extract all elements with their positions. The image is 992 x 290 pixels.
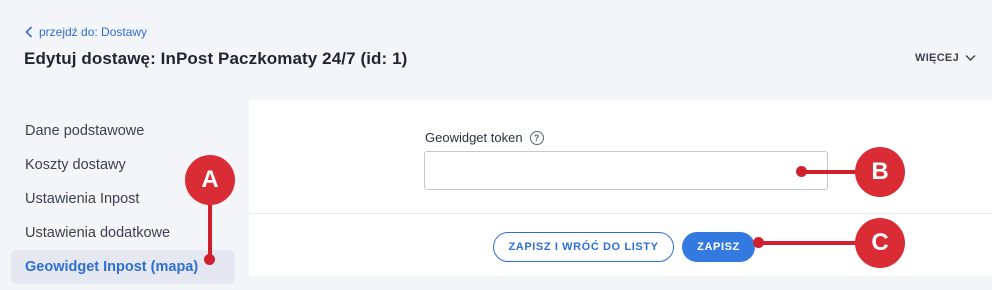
- chevron-down-icon: [965, 55, 976, 61]
- sidebar-item-label: Ustawienia Inpost: [25, 191, 140, 207]
- annotation-line-b: [802, 170, 862, 174]
- sidebar-item-dane-podstawowe[interactable]: Dane podstawowe: [11, 114, 235, 148]
- sidebar-item-label: Geowidget Inpost (mapa): [25, 259, 199, 275]
- annotation-badge-a: A: [185, 155, 235, 205]
- sidebar-item-geowidget-inpost[interactable]: Geowidget Inpost (mapa): [11, 250, 235, 284]
- back-link[interactable]: przejdź do: Dostawy: [25, 25, 147, 39]
- annotation-badge-c: C: [855, 218, 905, 268]
- panel-divider: [249, 213, 992, 214]
- annotation-badge-b: B: [855, 147, 905, 197]
- annotation-dot-c: [753, 237, 764, 248]
- more-menu-label: WIĘCEJ: [915, 52, 959, 64]
- token-label-text: Geowidget token: [425, 130, 523, 145]
- save-and-back-button[interactable]: ZAPISZ I WRÓĆ DO LISTY: [493, 232, 674, 262]
- sidebar-item-label: Dane podstawowe: [25, 123, 145, 139]
- sidebar-item-label: Koszty dostawy: [25, 157, 126, 173]
- back-link-label: przejdź do: Dostawy: [39, 25, 148, 39]
- chevron-left-icon: [25, 26, 33, 38]
- token-field-label: Geowidget token ?: [425, 130, 544, 145]
- annotation-line-c: [758, 241, 860, 245]
- annotation-dot-b: [796, 166, 807, 177]
- help-icon[interactable]: ?: [529, 130, 544, 145]
- sidebar-item-ustawienia-dodatkowe[interactable]: Ustawienia dodatkowe: [11, 216, 235, 250]
- more-menu-button[interactable]: WIĘCEJ: [915, 52, 976, 64]
- sidebar-item-label: Ustawienia dodatkowe: [25, 225, 171, 241]
- save-button[interactable]: ZAPISZ: [682, 232, 755, 262]
- annotation-dot-a: [204, 254, 215, 265]
- page-title: Edytuj dostawę: InPost Paczkomaty 24/7 (…: [24, 49, 408, 68]
- geowidget-token-input[interactable]: [424, 151, 828, 190]
